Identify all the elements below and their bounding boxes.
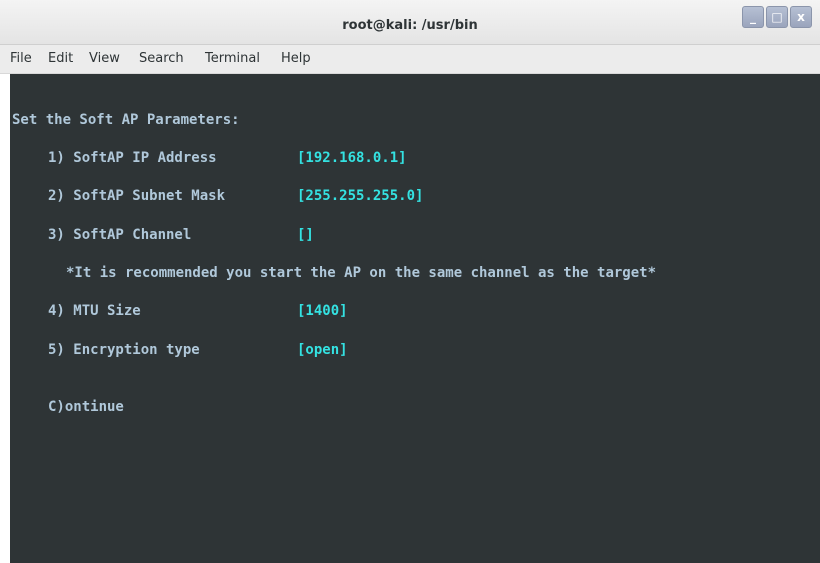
title-bar[interactable]: root@kali: /usr/bin _ □ x (0, 0, 820, 45)
option-ip-value: [192.168.0.1] (297, 150, 407, 166)
option-subnet-label: 2) SoftAP Subnet Mask (48, 188, 226, 204)
option-encryption-label: 5) Encryption type (48, 342, 200, 358)
terminal-window: root@kali: /usr/bin _ □ x File Edit View… (0, 0, 820, 563)
terminal-heading: Set the Soft AP Parameters: (12, 112, 240, 128)
continue-option: C)ontinue (48, 399, 124, 415)
option-subnet-value: [255.255.255.0] (297, 188, 424, 204)
option-encryption-value: [open] (297, 342, 348, 358)
option-channel-label: 3) SoftAP Channel (48, 227, 192, 243)
menu-file[interactable]: File (10, 51, 32, 66)
menu-edit[interactable]: Edit (48, 51, 73, 66)
maximize-button[interactable]: □ (766, 6, 788, 28)
menu-view[interactable]: View (89, 51, 120, 66)
option-channel-value: [] (297, 227, 314, 243)
maximize-icon: □ (771, 10, 783, 24)
close-button[interactable]: x (790, 6, 812, 28)
menu-bar: File Edit View Search Terminal Help (0, 45, 820, 74)
close-icon: x (797, 10, 805, 24)
recommendation-note: *It is recommended you start the AP on t… (66, 265, 657, 281)
minimize-icon: _ (750, 10, 756, 24)
minimize-button[interactable]: _ (742, 6, 764, 28)
option-mtu-value: [1400] (297, 303, 348, 319)
option-mtu-label: 4) MTU Size (48, 303, 141, 319)
window-title: root@kali: /usr/bin (342, 18, 478, 33)
menu-terminal[interactable]: Terminal (205, 51, 260, 66)
terminal-output[interactable]: Set the Soft AP Parameters: 1) SoftAP IP… (10, 74, 820, 563)
menu-help[interactable]: Help (281, 51, 311, 66)
menu-search[interactable]: Search (139, 51, 184, 66)
option-ip-label: 1) SoftAP IP Address (48, 150, 217, 166)
window-border (0, 74, 10, 563)
